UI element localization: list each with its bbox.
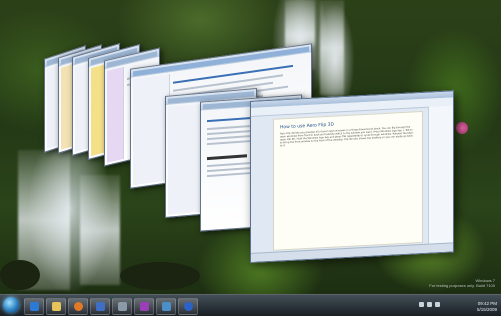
ie-icon [29, 302, 39, 311]
build-watermark: Windows 7 For testing purposes only. Bui… [405, 278, 495, 288]
onenote-icon [139, 302, 149, 311]
taskbar-onenote-button[interactable] [134, 298, 154, 315]
word-icon [95, 302, 105, 311]
rock [0, 260, 40, 290]
network-icon [161, 302, 171, 311]
clock-date[interactable]: 5/15/2009 [467, 307, 497, 312]
taskbar-ie-button[interactable] [24, 298, 44, 315]
taskbar-explorer-button[interactable] [46, 298, 66, 315]
waterfall-top-2 [320, 0, 344, 95]
rock [120, 262, 200, 290]
taskbar-media-player-button[interactable] [68, 298, 88, 315]
photos-icon [117, 302, 127, 311]
folder-icon [51, 302, 61, 311]
taskbar-help-button[interactable] [178, 298, 198, 315]
taskbar: 09:42 PM 5/15/2009 [0, 294, 501, 316]
action-center-icon[interactable] [419, 302, 424, 307]
help-icon [183, 302, 193, 311]
flip3d-front-window[interactable]: How to use Aero Flip 3D Aero Flip 3D let… [250, 90, 454, 264]
network-tray-icon[interactable] [427, 302, 432, 307]
taskbar-network-button[interactable] [156, 298, 176, 315]
taskbar-photos-button[interactable] [112, 298, 132, 315]
pink-flower [456, 122, 468, 134]
watermark-line-2: For testing purposes only. Build 7100 [429, 283, 495, 288]
media-player-icon [73, 302, 83, 311]
volume-icon[interactable] [435, 302, 440, 307]
clock-time[interactable]: 09:42 PM [467, 301, 497, 306]
system-tray: 09:42 PM 5/15/2009 [411, 297, 497, 314]
start-button[interactable] [3, 297, 19, 313]
waterfall-left-2 [80, 175, 120, 285]
task-pane [428, 105, 453, 245]
taskbar-word-button[interactable] [90, 298, 110, 315]
document-page: How to use Aero Flip 3D Aero Flip 3D let… [273, 110, 423, 251]
